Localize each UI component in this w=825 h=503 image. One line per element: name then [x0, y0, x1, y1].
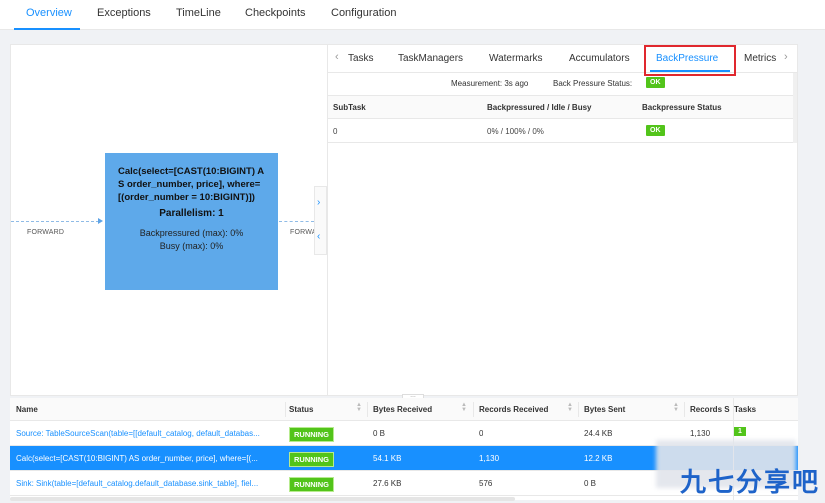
- edge-label-output: FORWA: [290, 229, 317, 236]
- tab-timeline[interactable]: TimeLine: [176, 7, 221, 19]
- cell-bp-status: OK: [646, 125, 665, 136]
- col-tasks[interactable]: Tasks: [734, 405, 756, 414]
- operator-node-calc[interactable]: Calc(select=[CAST(10:BIGINT) AS order_nu…: [105, 153, 278, 290]
- column-divider: [473, 402, 474, 417]
- edge-label-input: FORWARD: [27, 229, 65, 236]
- column-divider: [367, 402, 368, 417]
- subtask-table-header: SubTask Backpressured / Idle / Busy Back…: [328, 95, 797, 119]
- tabs-next-icon[interactable]: ›: [784, 51, 788, 63]
- cell-bytes-sent: 24.4 KB: [584, 429, 613, 438]
- sort-icon[interactable]: ▲ ▼: [567, 402, 573, 413]
- status-badge: RUNNING: [289, 477, 334, 492]
- col-bytes-received[interactable]: Bytes Received: [373, 405, 432, 414]
- watermark-logo: 九七分享吧: [680, 468, 821, 498]
- tab-watermarks[interactable]: Watermarks: [489, 53, 543, 64]
- edge-input: [11, 221, 99, 222]
- tab-metrics[interactable]: Metrics: [744, 53, 782, 64]
- col-status[interactable]: Status: [289, 405, 313, 414]
- cell-ratio: 0% / 100% / 0%: [487, 127, 544, 136]
- chevron-left-icon[interactable]: ‹: [317, 231, 320, 242]
- vertex-name-link[interactable]: Source: TableSourceScan(table=[[default_…: [16, 429, 286, 438]
- col-name[interactable]: Name: [16, 405, 38, 414]
- cell-records-received: 0: [479, 429, 484, 438]
- node-busy: Busy (max): 0%: [159, 241, 224, 251]
- backpressure-status-label: Back Pressure Status:: [553, 79, 633, 88]
- job-graph-area: FORWARD FORWA Calc(select=[CAST(10:BIGIN…: [10, 44, 798, 396]
- backpressure-status-badge: OK: [646, 77, 665, 88]
- tab-overview[interactable]: Overview: [26, 7, 72, 19]
- cell-records-sent: 1,130: [690, 429, 711, 438]
- node-backpressured: Backpressured (max): 0%: [139, 228, 244, 238]
- active-tab-indicator: [14, 28, 80, 30]
- highlight-box: [644, 45, 736, 76]
- job-graph[interactable]: FORWARD FORWA Calc(select=[CAST(10:BIGIN…: [11, 45, 327, 395]
- cell-bytes-received: 54.1 KB: [373, 454, 402, 463]
- column-divider: [684, 402, 685, 417]
- col-records-sent[interactable]: Records S: [690, 405, 732, 414]
- tasks-badge: 1: [734, 427, 746, 436]
- cell-bytes-received: 27.6 KB: [373, 479, 402, 488]
- cell-subtask: 0: [333, 127, 338, 136]
- panel-toggle[interactable]: › ‹: [314, 186, 327, 255]
- vertex-table-header: Name Status ▲ ▼ Bytes Received ▲ ▼ Records…: [10, 398, 798, 421]
- horizontal-scrollbar[interactable]: [10, 497, 515, 501]
- sort-icon[interactable]: ▲ ▼: [673, 402, 679, 413]
- cell-bytes-sent: 0 B: [584, 479, 597, 488]
- cell-bytes-sent: 12.2 KB: [584, 454, 613, 463]
- column-divider: [578, 402, 579, 417]
- sort-icon[interactable]: ▲ ▼: [461, 402, 467, 413]
- cell-records-received: 576: [479, 479, 493, 488]
- vertex-detail-panel: ‹ Tasks TaskManagers Watermarks Accumula…: [327, 45, 797, 395]
- tab-checkpoints[interactable]: Checkpoints: [245, 7, 306, 19]
- table-row[interactable]: 0 0% / 100% / 0% OK: [328, 119, 797, 143]
- cell-records-received: 1,130: [479, 454, 500, 463]
- cell-bytes-received: 0 B: [373, 429, 386, 438]
- status-badge: RUNNING: [289, 452, 334, 467]
- panel-scrollbar[interactable]: [793, 73, 797, 143]
- column-divider: [285, 402, 286, 417]
- ok-badge: OK: [646, 77, 665, 88]
- tab-configuration[interactable]: Configuration: [331, 7, 396, 19]
- tab-exceptions[interactable]: Exceptions: [97, 7, 151, 19]
- ok-badge: OK: [646, 125, 665, 136]
- edge-output: [279, 221, 314, 222]
- col-subtask: SubTask: [333, 103, 366, 112]
- col-bp-status: Backpressure Status: [642, 103, 722, 112]
- node-parallelism: Parallelism: 1: [159, 208, 224, 219]
- sort-icon[interactable]: ▲ ▼: [356, 402, 362, 413]
- col-bytes-sent[interactable]: Bytes Sent: [584, 405, 625, 414]
- job-detail-tabs: Overview Exceptions TimeLine Checkpoints…: [0, 0, 825, 30]
- tabs-prev-icon[interactable]: ‹: [335, 51, 339, 63]
- col-records-received[interactable]: Records Received: [479, 405, 548, 414]
- measurement-time: Measurement: 3s ago: [451, 79, 529, 88]
- vertex-name-link[interactable]: Calc(select=[CAST(10:BIGINT) AS order_nu…: [16, 454, 286, 463]
- tab-accumulators[interactable]: Accumulators: [569, 53, 630, 64]
- chevron-right-icon[interactable]: ›: [317, 197, 320, 208]
- tab-taskmanagers[interactable]: TaskManagers: [398, 53, 463, 64]
- node-operator-text: Calc(select=[CAST(10:BIGINT) AS order_nu…: [118, 166, 265, 203]
- status-badge: RUNNING: [289, 427, 334, 442]
- vertex-name-link[interactable]: Sink: Sink(table=[default_catalog.defaul…: [16, 479, 286, 488]
- col-ratio: Backpressured / Idle / Busy: [487, 103, 592, 112]
- tab-tasks[interactable]: Tasks: [348, 53, 374, 64]
- edge-arrow-icon: [98, 218, 103, 224]
